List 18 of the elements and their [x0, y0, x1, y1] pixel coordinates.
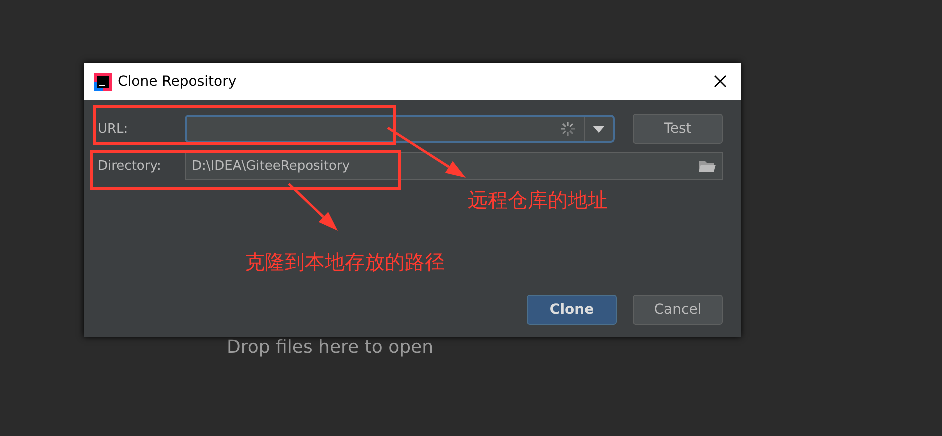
folder-icon[interactable] — [698, 159, 716, 173]
arrow — [288, 183, 338, 231]
loading-spinner-icon — [560, 121, 576, 137]
field-label: Directory: — [98, 158, 162, 174]
annotation-text: 克隆到本地存放的路径 — [245, 249, 445, 276]
window-title: Clone Repository — [118, 74, 238, 90]
dropdown-arrow-icon[interactable] — [593, 126, 605, 132]
url-combo-field[interactable] — [185, 115, 615, 143]
directory-field[interactable]: D:\IDEA\GiteeRepository — [185, 152, 723, 180]
drop-hint: Drop files here to open — [227, 338, 434, 358]
test-button[interactable]: Test — [633, 114, 723, 144]
field-label: URL: — [98, 122, 130, 136]
clone-button[interactable]: Clone — [527, 295, 617, 325]
directory-value: D:\IDEA\GiteeRepository — [191, 158, 352, 174]
app-logo-icon — [94, 72, 112, 90]
cancel-button[interactable]: Cancel — [633, 295, 723, 325]
close-icon[interactable] — [714, 75, 727, 88]
annotation-text: 远程仓库的地址 — [468, 187, 608, 214]
